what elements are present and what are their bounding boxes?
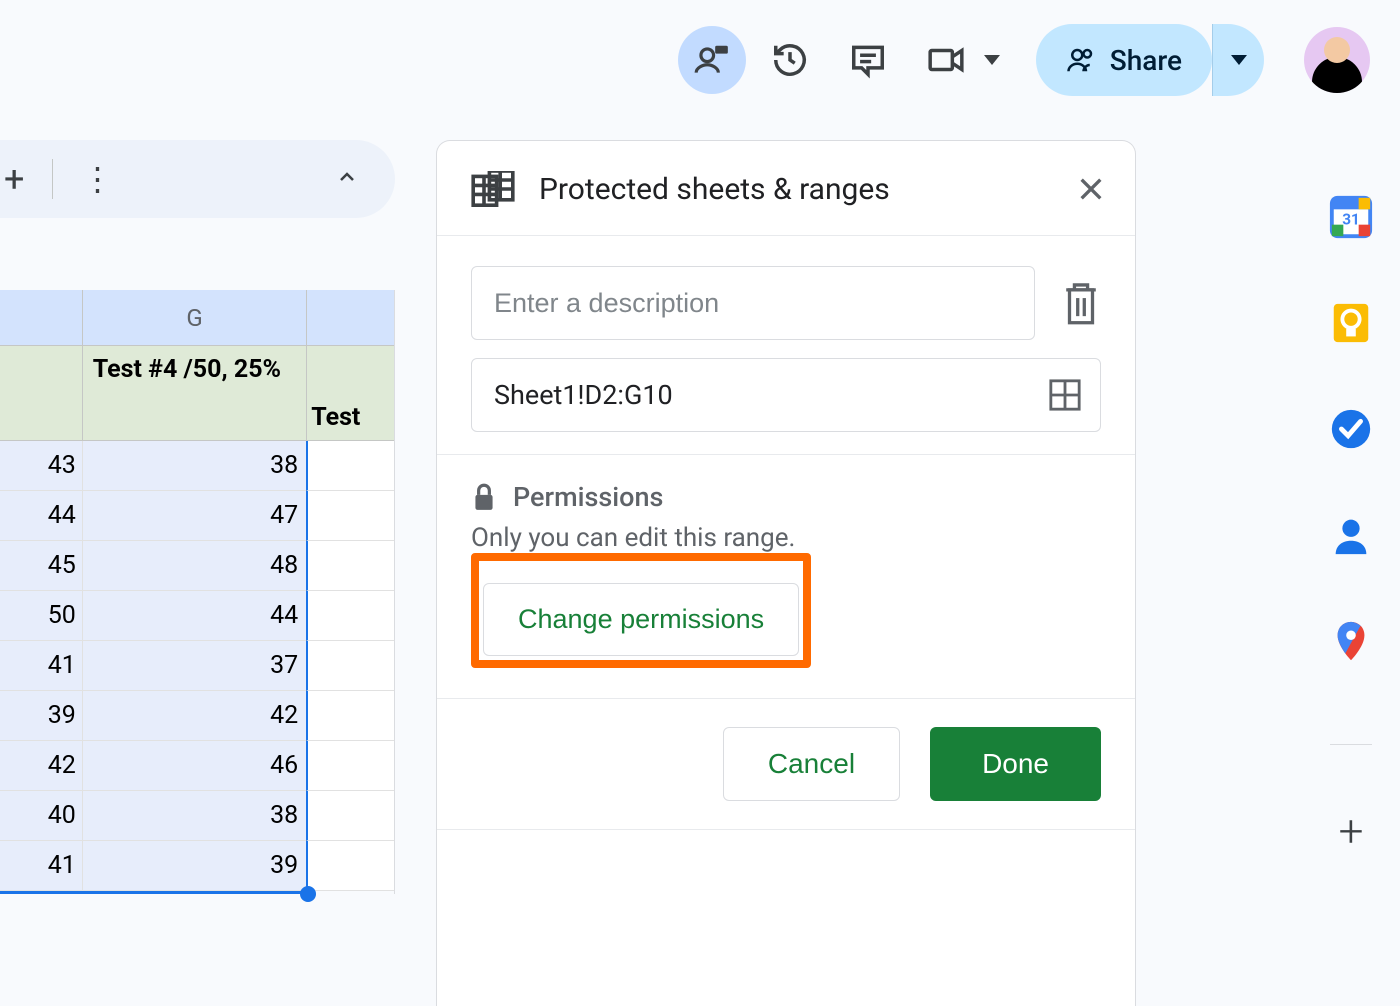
cell[interactable]: [306, 591, 394, 641]
range-input[interactable]: Sheet1!D2:G10: [471, 358, 1101, 432]
header-cell-g[interactable]: Test #4 /50, 25%: [82, 346, 306, 441]
cell[interactable]: 42: [0, 741, 82, 791]
range-value: Sheet1!D2:G10: [494, 379, 673, 411]
spreadsheet-grid[interactable]: G Test #4 /50, 25% Test 4338 4447 4548 5…: [0, 290, 395, 894]
account-avatar[interactable]: [1304, 27, 1370, 93]
top-toolbar: Share: [0, 0, 1400, 120]
panel-title: Protected sheets & ranges: [539, 172, 1051, 207]
cell[interactable]: [306, 741, 394, 791]
change-permissions-button[interactable]: Change permissions: [483, 583, 799, 656]
tutorial-highlight: Change permissions: [471, 553, 811, 668]
protected-ranges-panel: Protected sheets & ranges Sheet1!D2:G10 …: [436, 140, 1136, 1006]
collapse-toolbar-button[interactable]: [335, 165, 359, 193]
svg-text:31: 31: [1342, 211, 1360, 229]
share-dropdown-button[interactable]: [1212, 24, 1264, 96]
header-cell-h[interactable]: Test: [306, 346, 394, 441]
insert-icon[interactable]: +: [4, 158, 24, 200]
permissions-heading: Permissions: [471, 481, 1101, 513]
video-icon: [912, 26, 980, 94]
add-addon-button[interactable]: +: [1339, 805, 1364, 857]
permissions-subtext: Only you can edit this range.: [471, 523, 1101, 553]
more-icon[interactable]: ⋮: [81, 160, 111, 198]
done-button[interactable]: Done: [930, 727, 1101, 801]
cell[interactable]: 45: [0, 541, 82, 591]
cell[interactable]: 39: [82, 841, 306, 891]
sheets-icon: [471, 171, 515, 207]
lock-icon: [471, 482, 497, 512]
cell[interactable]: 41: [0, 841, 82, 891]
column-headers: G: [0, 290, 394, 346]
cell[interactable]: 48: [82, 541, 306, 591]
meet-dropdown[interactable]: [912, 26, 1000, 94]
selection-handle[interactable]: [300, 886, 316, 902]
cell[interactable]: 38: [82, 791, 306, 841]
cell[interactable]: 40: [0, 791, 82, 841]
keep-app-icon[interactable]: [1328, 300, 1374, 346]
caret-down-icon: [984, 55, 1000, 65]
cell[interactable]: 41: [0, 641, 82, 691]
cell[interactable]: 39: [0, 691, 82, 741]
col-header-f[interactable]: [0, 290, 82, 346]
calendar-app-icon[interactable]: 31: [1328, 194, 1374, 240]
maps-app-icon[interactable]: [1328, 618, 1374, 664]
cancel-button[interactable]: Cancel: [723, 727, 900, 801]
col-header-g[interactable]: G: [82, 290, 306, 346]
close-button[interactable]: [1075, 173, 1107, 205]
history-icon[interactable]: [756, 26, 824, 94]
frozen-row: Test #4 /50, 25% Test: [0, 346, 394, 441]
caret-down-icon: [1231, 55, 1247, 65]
cell[interactable]: 37: [82, 641, 306, 691]
cell[interactable]: 38: [82, 441, 306, 491]
cell[interactable]: [306, 441, 394, 491]
cell[interactable]: [306, 791, 394, 841]
cell[interactable]: 44: [0, 491, 82, 541]
cell[interactable]: 47: [82, 491, 306, 541]
cell[interactable]: [306, 491, 394, 541]
share-button[interactable]: Share: [1036, 24, 1212, 96]
col-header-h[interactable]: [306, 290, 394, 346]
cell[interactable]: 42: [82, 691, 306, 741]
cell[interactable]: [306, 641, 394, 691]
cell[interactable]: 44: [82, 591, 306, 641]
cell[interactable]: 46: [82, 741, 306, 791]
tasks-app-icon[interactable]: [1328, 406, 1374, 452]
divider: [52, 159, 53, 199]
cell[interactable]: [306, 841, 394, 891]
rail-divider: [1330, 744, 1372, 745]
cell[interactable]: 50: [0, 591, 82, 641]
formula-toolbar: + ⋮: [0, 140, 395, 218]
selection-border: [0, 891, 307, 894]
description-input[interactable]: [471, 266, 1035, 340]
contacts-app-icon[interactable]: [1328, 512, 1374, 558]
comment-icon[interactable]: [834, 26, 902, 94]
cell[interactable]: [306, 541, 394, 591]
cell[interactable]: [306, 691, 394, 741]
share-label: Share: [1110, 44, 1182, 77]
activity-icon[interactable]: [678, 26, 746, 94]
select-range-icon[interactable]: [1048, 378, 1082, 412]
side-app-rail: 31 +: [1302, 140, 1400, 1006]
delete-icon[interactable]: [1061, 280, 1101, 326]
cell[interactable]: 43: [0, 441, 82, 491]
